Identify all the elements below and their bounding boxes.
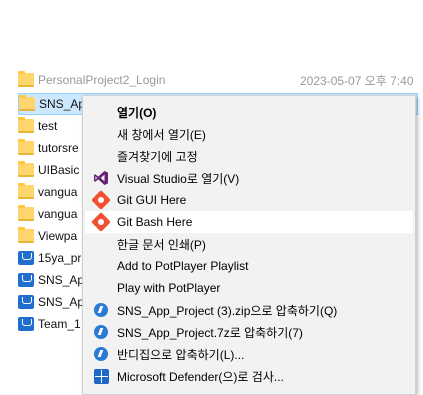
bandizip-icon xyxy=(94,303,108,317)
file-name: PersonalProject2_Login xyxy=(38,73,166,87)
menu-item-play-potplayer[interactable]: Play with PotPlayer xyxy=(85,277,413,299)
bandizip-icon xyxy=(94,347,108,361)
file-name: tutorsre xyxy=(38,141,79,155)
git-icon xyxy=(91,212,111,232)
folder-icon xyxy=(18,205,34,221)
menu-item-add-potplayer-playlist[interactable]: Add to PotPlayer Playlist xyxy=(85,255,413,277)
menu-item-label: 한글 문서 인쇄(P) xyxy=(117,237,206,252)
folder-icon xyxy=(19,95,35,111)
zip-archive-icon xyxy=(18,251,34,265)
menu-item-label: Play with PotPlayer xyxy=(117,281,221,295)
menu-item-label: SNS_App_Project.7z로 압축하기(7) xyxy=(117,325,303,340)
menu-item-compress-bandizip[interactable]: 반디집으로 압축하기(L)... xyxy=(85,343,413,365)
menu-item-label: SNS_App_Project (3).zip으로 압축하기(Q) xyxy=(117,303,338,318)
context-menu: 열기(O) 새 창에서 열기(E) 즐겨찾기에 고정 Visual Studio… xyxy=(82,95,416,395)
file-row-partial[interactable]: PersonalProject2_Login 2023-05-07 오후 7:4… xyxy=(18,69,418,91)
file-name: Viewpa xyxy=(38,229,78,243)
menu-item-compress-7z[interactable]: SNS_App_Project.7z로 압축하기(7) xyxy=(85,321,413,343)
menu-item-defender-scan[interactable]: Microsoft Defender(으)로 검사... xyxy=(85,365,413,387)
menu-item-compress-zip[interactable]: SNS_App_Project (3).zip으로 압축하기(Q) xyxy=(85,299,413,321)
menu-item-label: Add to PotPlayer Playlist xyxy=(117,259,249,273)
git-icon xyxy=(91,190,111,210)
file-name: SNS_Ap xyxy=(39,97,86,111)
folder-icon xyxy=(18,71,34,87)
file-name: SNS_Ap xyxy=(38,273,85,287)
menu-item-label: 열기(O) xyxy=(117,105,157,120)
menu-item-label: Visual Studio로 열기(V) xyxy=(117,171,240,186)
zip-archive-icon xyxy=(18,273,34,287)
folder-icon xyxy=(18,161,34,177)
menu-item-label: 즐겨찾기에 고정 xyxy=(117,149,198,164)
zip-archive-icon xyxy=(18,295,34,309)
menu-item-git-bash[interactable]: Git Bash Here xyxy=(85,211,413,233)
zip-archive-icon xyxy=(18,317,34,331)
visual-studio-icon xyxy=(94,171,108,185)
menu-item-open-new-window[interactable]: 새 창에서 열기(E) xyxy=(85,123,413,145)
menu-item-open[interactable]: 열기(O) xyxy=(85,101,413,123)
menu-item-label: Git Bash Here xyxy=(117,215,193,229)
folder-icon xyxy=(18,183,34,199)
menu-item-pin-to-quick-access[interactable]: 즐겨찾기에 고정 xyxy=(85,145,413,167)
file-date: 2023-05-07 오후 7:40 xyxy=(300,73,414,88)
menu-item-label: Microsoft Defender(으)로 검사... xyxy=(117,369,284,384)
defender-shield-icon xyxy=(94,369,109,384)
file-name: SNS_Ap xyxy=(38,295,85,309)
file-name: vangua xyxy=(38,185,78,199)
file-name: test xyxy=(38,119,58,133)
folder-icon xyxy=(18,227,34,243)
folder-icon xyxy=(18,117,34,133)
menu-item-label: Git GUI Here xyxy=(117,193,187,207)
menu-item-git-gui[interactable]: Git GUI Here xyxy=(85,189,413,211)
file-name: Team_1 xyxy=(38,317,81,331)
menu-item-label: 새 창에서 열기(E) xyxy=(117,127,206,142)
bandizip-icon xyxy=(94,325,108,339)
file-name: UIBasic xyxy=(38,163,80,177)
folder-icon xyxy=(18,139,34,155)
file-name: vangua xyxy=(38,207,78,221)
file-name: 15ya_pr xyxy=(38,251,82,265)
menu-item-hangul-print[interactable]: 한글 문서 인쇄(P) xyxy=(85,233,413,255)
menu-item-open-visual-studio[interactable]: Visual Studio로 열기(V) xyxy=(85,167,413,189)
menu-item-label: 반디집으로 압축하기(L)... xyxy=(117,347,245,362)
